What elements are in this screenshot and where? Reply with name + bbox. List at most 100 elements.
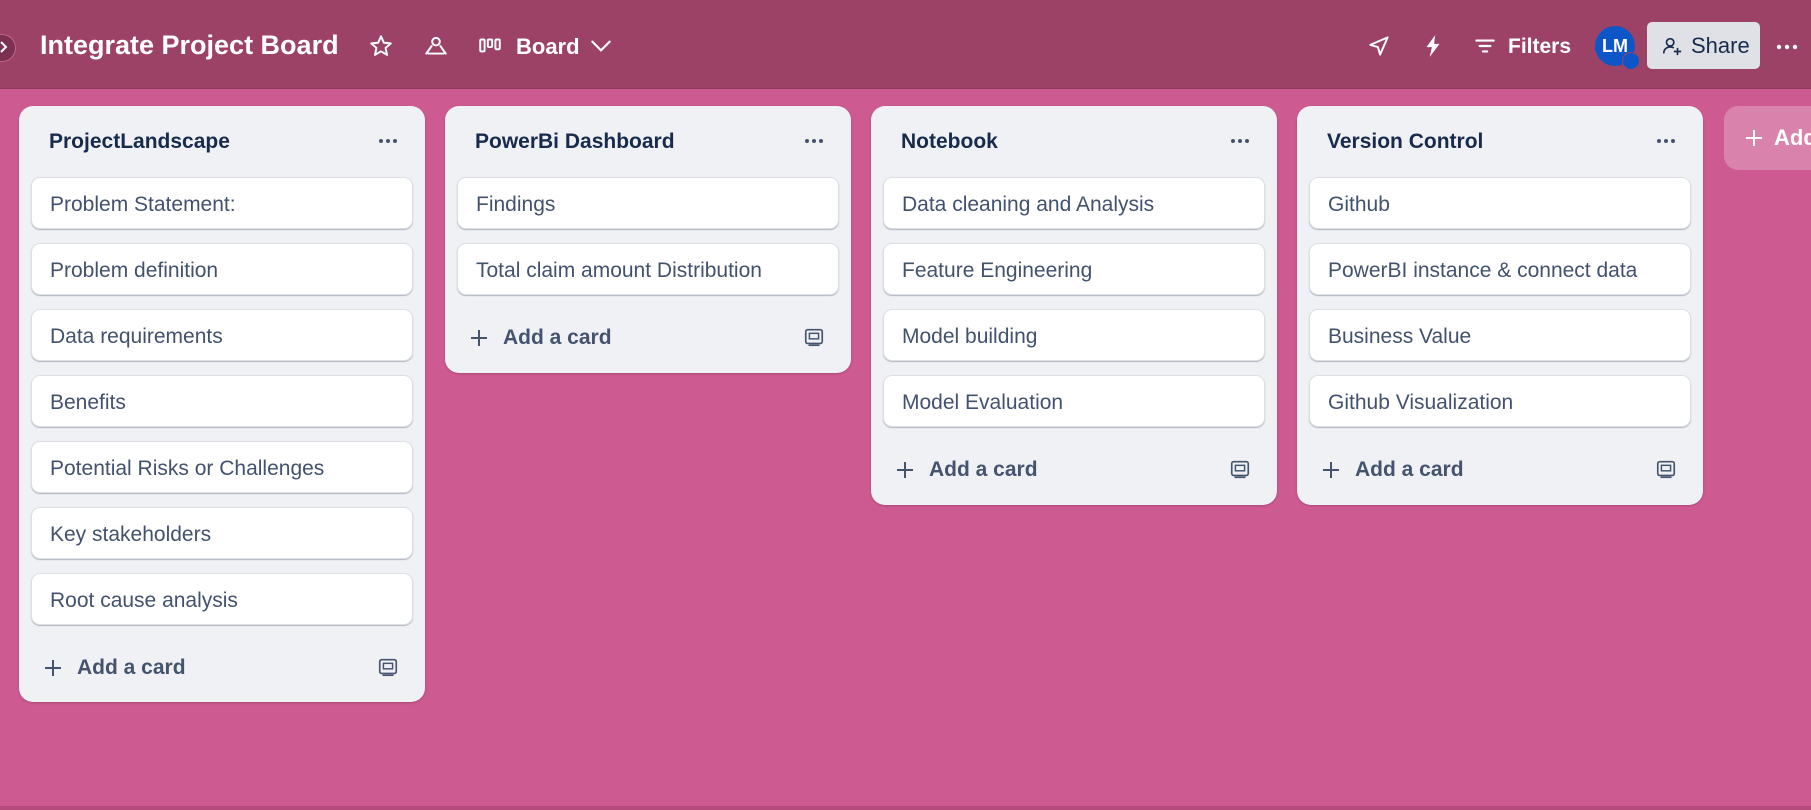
card-title: Github [1328,193,1390,216]
card[interactable]: Data requirements [31,309,413,361]
card[interactable]: Potential Risks or Challenges [31,441,413,493]
card-title: Data requirements [50,325,223,348]
card-title: Potential Risks or Challenges [50,457,325,480]
list-notebook: Notebook Data cleaning and Analysis Feat… [871,106,1277,505]
card-title: Model Evaluation [902,391,1064,414]
card[interactable]: Benefits [31,375,413,427]
chevron-right-icon [0,41,8,53]
more-icon [1231,139,1249,143]
add-card-button[interactable]: Add a card [1309,448,1609,492]
card-title: Problem Statement: [50,193,236,216]
share-user-icon [1662,37,1682,55]
add-card-label: Add a card [929,458,1038,481]
card-title: Github Visualization [1328,391,1514,414]
board-header: Integrate Project Board Board Filters LM… [0,0,1811,89]
filter-icon [1475,39,1495,53]
sidebar-toggle-button[interactable] [0,34,16,62]
plus-icon [1323,462,1339,478]
board-view-label[interactable]: Board [516,34,580,60]
create-from-template-button[interactable] [803,326,827,350]
add-card-label: Add a card [77,656,186,679]
board-view-icon [479,38,501,53]
card[interactable]: PowerBI instance & connect data [1309,243,1691,295]
add-list-label: Add [1774,125,1811,150]
board-menu-button[interactable] [1774,34,1800,60]
filters-button[interactable] [1472,33,1498,59]
list-menu-button[interactable] [1225,126,1255,156]
card[interactable]: Problem definition [31,243,413,295]
visibility-button[interactable] [423,33,449,59]
list-title[interactable]: Version Control [1327,130,1483,154]
add-card-button[interactable]: Add a card [883,448,1183,492]
card-title: Total claim amount Distribution [476,259,762,282]
view-dropdown-button[interactable] [588,33,614,59]
chevron-down-icon [591,40,611,52]
filters-label[interactable]: Filters [1508,35,1571,59]
template-icon [1656,460,1676,479]
card[interactable]: Data cleaning and Analysis [883,177,1265,229]
card[interactable]: Total claim amount Distribution [457,243,839,295]
add-card-label: Add a card [1355,458,1464,481]
share-label: Share [1691,32,1750,58]
add-list-button[interactable]: Add [1724,106,1811,170]
card[interactable]: Feature Engineering [883,243,1265,295]
card-title: Root cause analysis [50,589,238,612]
power-ups-icon [1369,36,1389,56]
card[interactable]: Model Evaluation [883,375,1265,427]
card[interactable]: Model building [883,309,1265,361]
card[interactable]: Findings [457,177,839,229]
card[interactable]: Problem Statement: [31,177,413,229]
card-title: Data cleaning and Analysis [902,193,1155,216]
add-card-button[interactable]: Add a card [457,316,757,360]
list-title[interactable]: ProjectLandscape [49,130,230,154]
template-icon [1230,460,1250,479]
power-ups-button[interactable] [1366,33,1392,59]
create-from-template-button[interactable] [1655,458,1679,482]
board-title[interactable]: Integrate Project Board [40,30,339,61]
card[interactable]: Key stakeholders [31,507,413,559]
card-title: Model building [902,325,1038,348]
plus-icon [45,660,61,676]
board-view-switcher[interactable] [477,33,503,59]
create-from-template-button[interactable] [377,656,401,680]
more-icon [805,139,823,143]
add-card-button[interactable]: Add a card [31,646,331,690]
star-icon [370,35,392,56]
list-projectlandscape: ProjectLandscape Problem Statement: Prob… [19,106,425,702]
create-from-template-button[interactable] [1229,458,1253,482]
share-button[interactable]: Share [1647,22,1760,69]
list-title[interactable]: Notebook [901,130,998,154]
card[interactable]: Business Value [1309,309,1691,361]
plus-icon [1746,130,1762,146]
list-menu-button[interactable] [799,126,829,156]
card-title: Problem definition [50,259,219,282]
card[interactable]: Github Visualization [1309,375,1691,427]
automation-icon [1426,35,1440,57]
card-title: Feature Engineering [902,259,1093,282]
more-icon [1657,139,1675,143]
board-bottom-edge [0,806,1811,810]
automation-button[interactable] [1420,33,1446,59]
card-title: Key stakeholders [50,523,212,546]
card-title: PowerBI instance & connect data [1328,259,1638,282]
card-title: Benefits [50,391,126,414]
list-menu-button[interactable] [1651,126,1681,156]
list-powerbi-dashboard: PowerBi Dashboard Findings Total claim a… [445,106,851,373]
template-icon [804,328,824,347]
star-button[interactable] [368,33,394,59]
list-title[interactable]: PowerBi Dashboard [475,130,675,154]
template-icon [378,658,398,677]
card[interactable]: Root cause analysis [31,573,413,625]
add-card-label: Add a card [503,326,612,349]
plus-icon [471,330,487,346]
list-version-control: Version Control Github PowerBI instance … [1297,106,1703,505]
more-icon [379,139,397,143]
admin-badge [1622,52,1640,70]
list-menu-button[interactable] [373,126,403,156]
more-icon [1776,44,1798,50]
card-title: Business Value [1328,325,1472,348]
card[interactable]: Github [1309,177,1691,229]
card-title: Findings [476,193,556,216]
plus-icon [897,462,913,478]
workspace-visibility-icon [425,36,447,55]
